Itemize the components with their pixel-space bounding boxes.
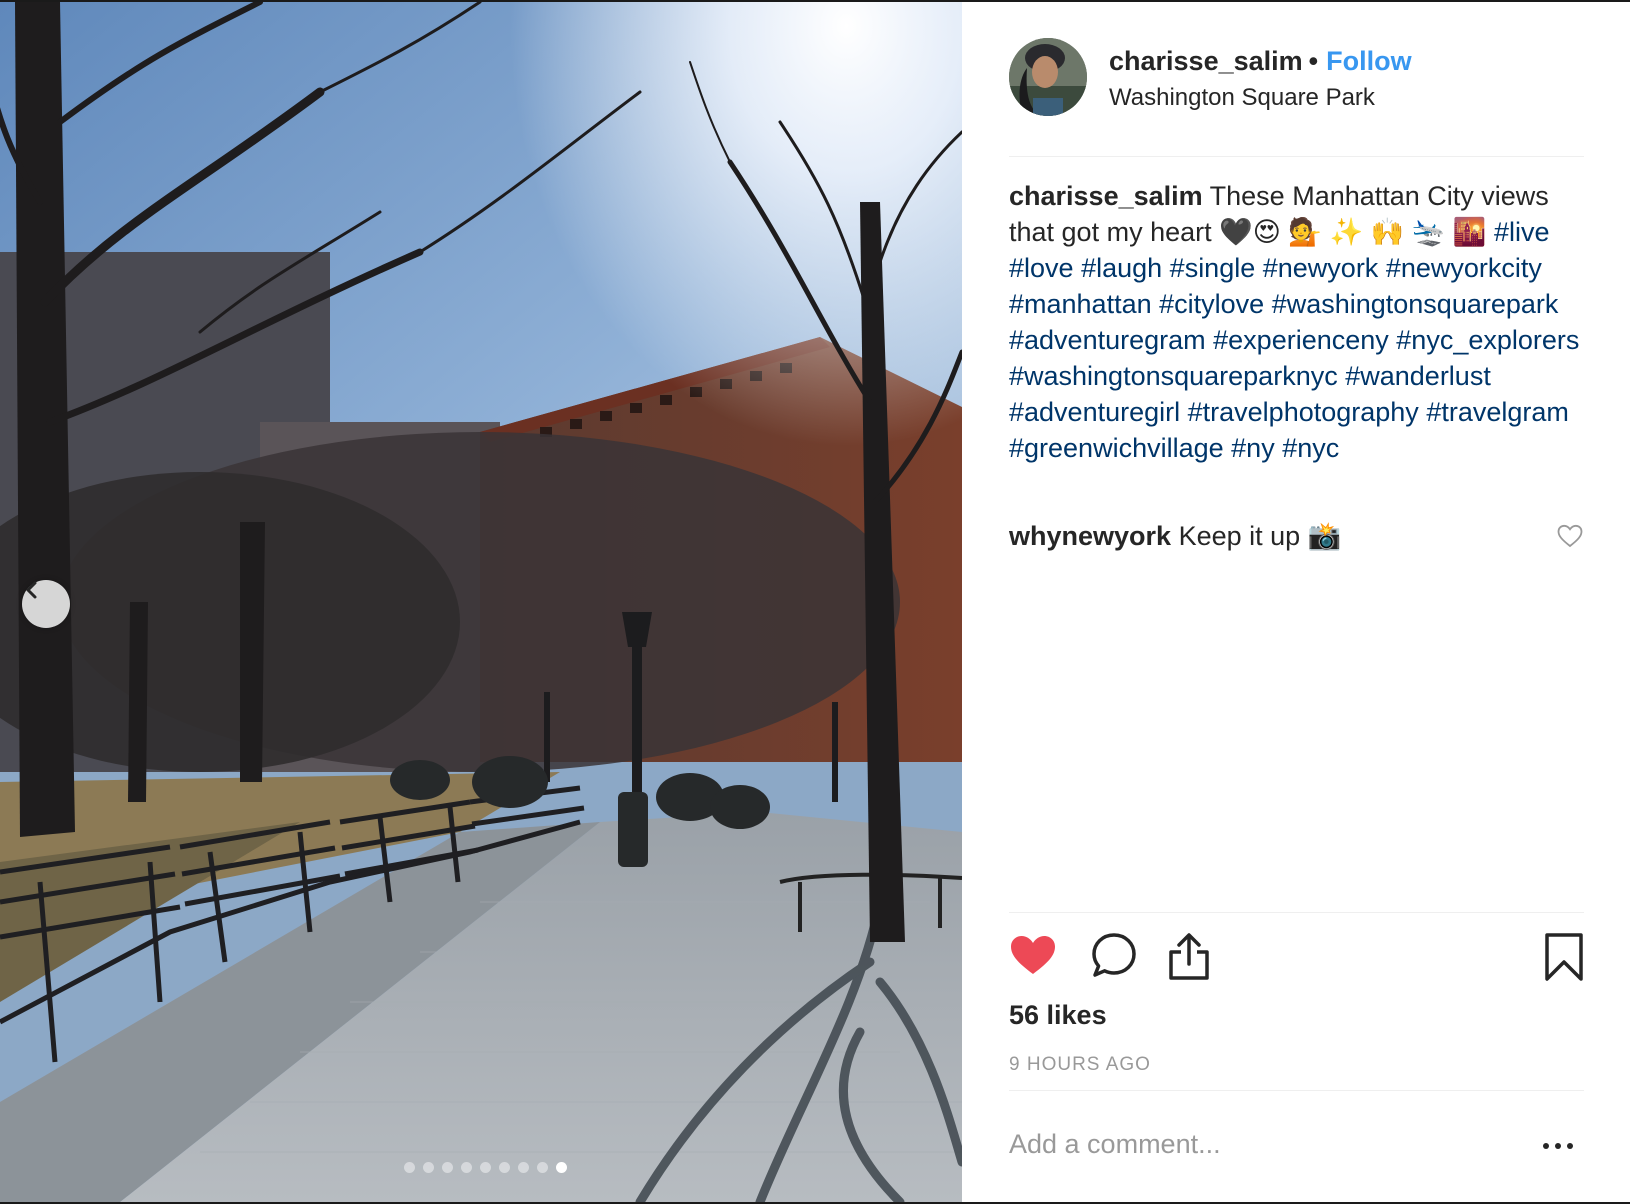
hashtag-link[interactable]: #newyorkcity <box>1386 253 1542 283</box>
more-dot <box>1543 1143 1549 1149</box>
likes-count[interactable]: 56 likes <box>1009 1000 1107 1031</box>
hashtag-link[interactable]: #citylove <box>1159 289 1264 319</box>
actions-divider <box>1009 912 1584 913</box>
hashtag-link[interactable]: #greenwichvillage <box>1009 433 1224 463</box>
author-username[interactable]: charisse_salim <box>1109 46 1303 76</box>
add-comment-input[interactable] <box>1009 1122 1509 1166</box>
hashtag-link[interactable]: #washingtonsquarepark <box>1272 289 1559 319</box>
hashtag-link[interactable]: #travelgram <box>1426 397 1569 427</box>
carousel-dot <box>517 1162 529 1173</box>
hashtag-link[interactable]: #experienceny <box>1213 325 1389 355</box>
post-author: charisse_salim • Follow <box>1109 46 1412 77</box>
post-actions <box>1009 932 1584 988</box>
hashtag-link[interactable]: #ny <box>1231 433 1275 463</box>
carousel-dot <box>498 1162 510 1173</box>
post-photo[interactable] <box>0 2 962 1202</box>
post-timestamp[interactable]: 9 HOURS AGO <box>1009 1054 1151 1076</box>
follow-button[interactable]: Follow <box>1326 46 1411 76</box>
hashtag-link[interactable]: #washingtonsquareparknyc <box>1009 361 1338 391</box>
comment-username[interactable]: whynewyork <box>1009 521 1171 551</box>
more-dot <box>1555 1143 1561 1149</box>
comment-item: whynewyork Keep it up 📸 <box>1009 518 1539 554</box>
chevron-left-icon <box>26 581 37 599</box>
share-icon[interactable] <box>1167 932 1211 982</box>
hashtag-link[interactable]: #nyc_explorers <box>1396 325 1579 355</box>
more-options-icon[interactable] <box>1543 1134 1583 1158</box>
header-divider <box>1009 156 1584 157</box>
separator-dot: • <box>1308 46 1319 76</box>
hashtag-link[interactable]: #adventuregram <box>1009 325 1206 355</box>
comment-divider <box>1009 1090 1584 1091</box>
hashtag-link[interactable]: #nyc <box>1282 433 1339 463</box>
heart-filled-icon[interactable] <box>1009 932 1057 980</box>
comment-text: Keep it up 📸 <box>1178 521 1342 551</box>
hashtag-link[interactable]: #laugh <box>1081 253 1162 283</box>
post-header: charisse_salim • Follow Washington Square … <box>1009 38 1563 118</box>
post-sidebar: charisse_salim • Follow Washington Square … <box>963 2 1630 1202</box>
carousel-dot <box>479 1162 491 1173</box>
profile-photo <box>1009 38 1087 116</box>
comment-bubble-icon[interactable] <box>1091 932 1137 980</box>
carousel-prev-button[interactable] <box>22 580 70 628</box>
carousel-dot <box>441 1162 453 1173</box>
carousel-dot <box>536 1162 548 1173</box>
avatar[interactable] <box>1009 38 1087 116</box>
post-caption: charisse_salim These Manhattan City view… <box>1009 178 1584 466</box>
park-scene-image <box>0 2 962 1202</box>
carousel-dot <box>422 1162 434 1173</box>
hashtag-link[interactable]: #manhattan <box>1009 289 1152 319</box>
hashtag-link[interactable]: #live <box>1494 217 1550 247</box>
carousel-indicator <box>0 1162 962 1173</box>
hashtag-link[interactable]: #adventuregirl <box>1009 397 1180 427</box>
hashtag-link[interactable]: #single <box>1170 253 1256 283</box>
caption-username[interactable]: charisse_salim <box>1009 181 1203 211</box>
carousel-dot <box>403 1162 415 1173</box>
bookmark-icon[interactable] <box>1544 932 1584 982</box>
hashtag-link[interactable]: #newyork <box>1263 253 1379 283</box>
hashtag-link[interactable]: #travelphotography <box>1188 397 1419 427</box>
comment-heart-icon[interactable] <box>1557 524 1583 548</box>
location-link[interactable]: Washington Square Park <box>1109 84 1375 112</box>
carousel-dot <box>460 1162 472 1173</box>
more-dot <box>1567 1143 1573 1149</box>
caption-hashtags: #live #love #laugh #single #newyork #new… <box>1009 217 1579 463</box>
hashtag-link[interactable]: #wanderlust <box>1345 361 1491 391</box>
hashtag-link[interactable]: #love <box>1009 253 1074 283</box>
carousel-dot <box>555 1162 567 1173</box>
